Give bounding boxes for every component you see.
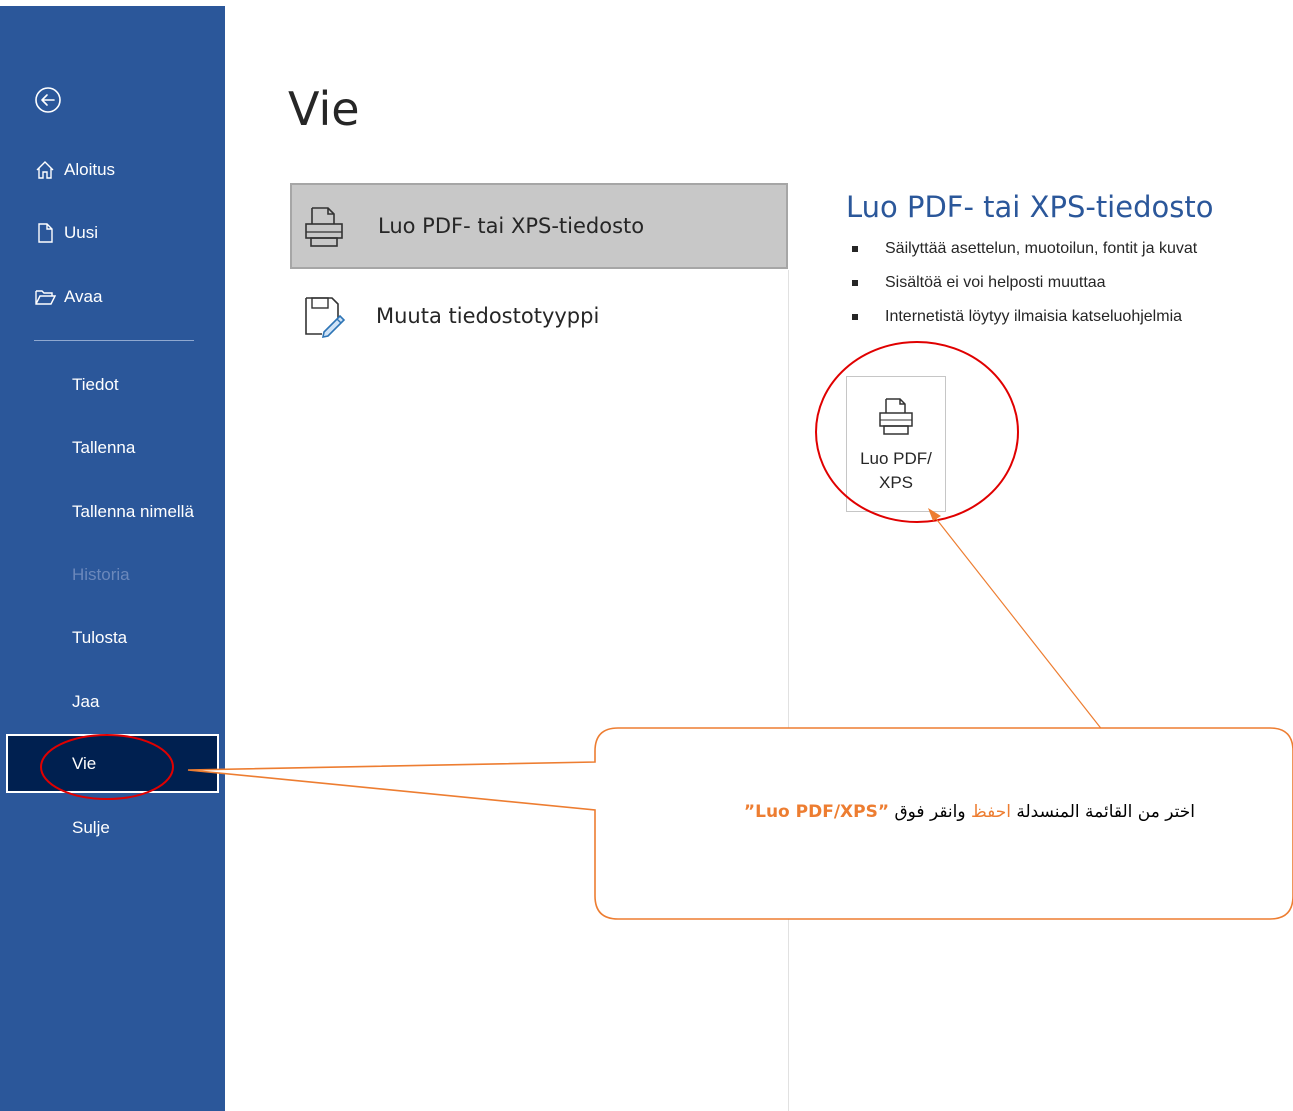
sidebar-item-label: Tulosta (72, 628, 128, 647)
button-label: Luo PDF/ XPS (860, 449, 932, 492)
sidebar-item-label: Historia (72, 565, 130, 584)
column-divider (788, 270, 789, 1111)
sidebar-item-label: Tallenna (72, 438, 136, 457)
sidebar-item-label: Uusi (64, 223, 99, 242)
callout-text-part: اختر من القائمة المنسدلة (1010, 802, 1195, 822)
bullet-square-icon (852, 246, 858, 252)
bullet-text: Internetistä löytyy ilmaisia katseluohje… (885, 308, 1183, 325)
change-file-type-option[interactable]: Muuta tiedostotyyppi (290, 271, 788, 361)
sidebar-item-save[interactable]: Tallenna (0, 428, 225, 468)
sidebar-item-print[interactable]: Tulosta (0, 618, 225, 658)
sidebar-item-close[interactable]: Sulje (0, 808, 225, 848)
sidebar-item-share[interactable]: Jaa (0, 682, 225, 722)
sidebar-item-new[interactable]: Uusi (0, 213, 225, 253)
sidebar-item-label: Avaa (64, 287, 103, 306)
callout-quoted: ”Luo PDF/XPS” (743, 802, 890, 822)
backstage-sidebar: Aloitus Uusi Avaa Tiedot Tallenna Tallen… (0, 6, 225, 1111)
bullet-item: Säilyttää asettelun, muotoilun, fontit j… (852, 240, 1197, 274)
option-label: Luo PDF- tai XPS-tiedosto (378, 214, 645, 238)
sidebar-item-info[interactable]: Tiedot (0, 365, 225, 405)
sidebar-item-open[interactable]: Avaa (0, 277, 225, 317)
back-arrow-icon[interactable] (34, 86, 62, 114)
new-document-icon (34, 222, 56, 244)
bullet-item: Sisältöä ei voi helposti muuttaa (852, 274, 1197, 308)
option-label: Muuta tiedostotyyppi (376, 304, 600, 328)
callout-text: اختر من القائمة المنسدلة احفظ وانقر فوق … (605, 802, 1195, 822)
bullet-text: Sisältöä ei voi helposti muuttaa (885, 274, 1106, 291)
sidebar-item-label: Sulje (72, 818, 110, 837)
home-icon (34, 159, 56, 181)
sidebar-item-history: Historia (0, 555, 225, 595)
sidebar-item-home[interactable]: Aloitus (0, 150, 225, 190)
detail-title: Luo PDF- tai XPS-tiedosto (846, 190, 1214, 224)
detail-bullet-list: Säilyttää asettelun, muotoilun, fontit j… (852, 240, 1197, 342)
sidebar-separator (34, 340, 194, 341)
export-options-list: Luo PDF- tai XPS-tiedosto Muuta tiedosto… (290, 183, 788, 361)
printer-document-icon (300, 202, 348, 250)
arrow-line (933, 515, 1141, 779)
callout-bubble (187, 727, 1293, 920)
sidebar-item-label: Jaa (72, 692, 100, 711)
sidebar-item-label: Tiedot (72, 375, 119, 394)
callout-text-part: وانقر فوق (889, 802, 972, 822)
change-file-type-icon (298, 292, 346, 340)
printer-document-icon (879, 398, 913, 435)
bullet-text: Säilyttää asettelun, muotoilun, fontit j… (885, 240, 1198, 257)
sidebar-item-export[interactable]: Vie (6, 734, 219, 793)
folder-open-icon (34, 286, 56, 308)
create-pdf-xps-button[interactable]: Luo PDF/ XPS (846, 376, 946, 512)
page-title: Vie (288, 82, 360, 136)
sidebar-item-label: Vie (72, 753, 97, 773)
bullet-item: Internetistä löytyy ilmaisia katseluohje… (852, 308, 1197, 342)
callout-highlight: احفظ (971, 802, 1011, 822)
create-pdf-xps-option[interactable]: Luo PDF- tai XPS-tiedosto (290, 183, 788, 269)
bullet-square-icon (852, 314, 858, 320)
bullet-square-icon (852, 280, 858, 286)
sidebar-item-label: Aloitus (64, 160, 116, 179)
sidebar-item-label: Tallenna nimellä (72, 502, 194, 521)
sidebar-item-save-as[interactable]: Tallenna nimellä (0, 492, 225, 532)
